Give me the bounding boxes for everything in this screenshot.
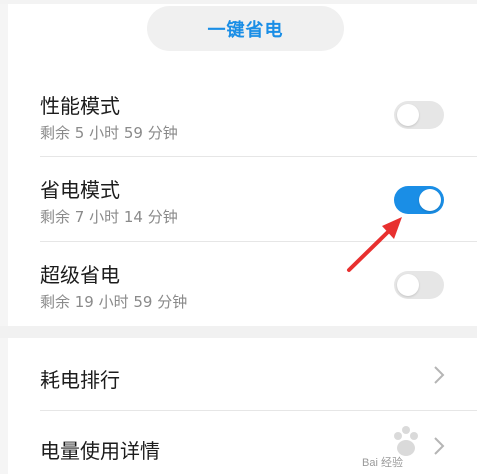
mode-title: 省电模式 bbox=[40, 178, 120, 202]
nav-row-consumption-ranking[interactable]: 耗电排行 bbox=[0, 340, 477, 410]
section-separator bbox=[0, 326, 477, 338]
power-saving-mode-toggle[interactable] bbox=[394, 186, 444, 214]
usage-details-label: 电量使用详情 bbox=[40, 439, 160, 463]
red-arrow-annotation bbox=[347, 217, 402, 272]
mode-remaining-time: 剩余 7 小时 14 分钟 bbox=[40, 208, 178, 226]
chevron-right-icon bbox=[434, 366, 445, 384]
mode-row-performance[interactable]: 性能模式 剩余 5 小时 59 分钟 bbox=[0, 72, 477, 156]
top-edge-shadow bbox=[0, 0, 477, 4]
toggle-knob bbox=[397, 274, 419, 296]
consumption-ranking-label: 耗电排行 bbox=[40, 368, 120, 392]
mode-remaining-time: 剩余 19 小时 59 分钟 bbox=[40, 293, 188, 311]
battery-settings-screen: 一键省电 性能模式 剩余 5 小时 59 分钟 省电模式 剩余 7 小时 14 … bbox=[0, 0, 477, 474]
mode-title: 超级省电 bbox=[40, 263, 120, 287]
performance-mode-toggle[interactable] bbox=[394, 101, 444, 129]
toggle-knob bbox=[397, 104, 419, 126]
mode-remaining-time: 剩余 5 小时 59 分钟 bbox=[40, 124, 178, 142]
one-key-power-save-button[interactable]: 一键省电 bbox=[147, 6, 344, 51]
watermark-text: Bai 经验 bbox=[362, 457, 403, 469]
toggle-knob bbox=[419, 189, 441, 211]
mode-title: 性能模式 bbox=[40, 94, 120, 118]
